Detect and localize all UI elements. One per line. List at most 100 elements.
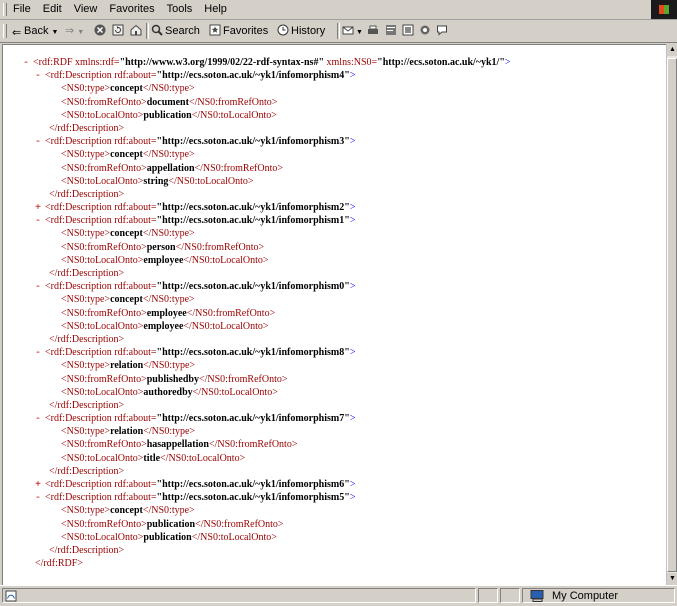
favorites-label: Favorites xyxy=(223,25,269,37)
scroll-down-icon[interactable]: ▼ xyxy=(667,573,677,585)
open-tag: <NS0:fromRefOnto> xyxy=(61,373,147,385)
favorites-icon xyxy=(209,24,221,36)
open-tag: <NS0:toLocalOnto> xyxy=(61,175,144,187)
close-tag: </NS0:type> xyxy=(143,360,196,372)
history-button[interactable]: History xyxy=(277,23,325,39)
collapse-toggle[interactable]: - xyxy=(35,347,45,360)
close-tag: </NS0:toLocalOnto> xyxy=(160,452,246,464)
tag-bracket: > xyxy=(349,281,356,293)
from-ref-onto-element-value: publishedby xyxy=(146,373,199,385)
close-tag: </NS0:fromRefOnto> xyxy=(195,518,284,530)
to-local-onto-element: <NS0:toLocalOnto>authoredby</NS0:toLocal… xyxy=(3,386,666,399)
description-tag: <rdf:Description rdf:about= xyxy=(45,281,157,293)
scroll-up-icon[interactable]: ▲ xyxy=(667,44,677,56)
rdf-description-open: - <rdf:Description rdf:about="http://ecs.… xyxy=(3,69,666,82)
refresh-button[interactable] xyxy=(112,23,126,39)
type-element: <NS0:type>concept</NS0:type> xyxy=(3,504,666,517)
rdf-description-open: - <rdf:Description rdf:about="http://ecs.… xyxy=(3,412,666,425)
open-tag: <NS0:type> xyxy=(61,83,111,95)
rdf-root-tag: <rdf:RDF xmlns:rdf= xyxy=(33,57,120,68)
scrollbar-thumb[interactable] xyxy=(667,58,677,572)
menu-edit[interactable]: Edit xyxy=(43,3,62,15)
menu-help[interactable]: Help xyxy=(204,3,227,15)
to-local-onto-element: <NS0:toLocalOnto>employee</NS0:toLocalOn… xyxy=(3,320,666,333)
back-button[interactable]: ⇐ Back ▼ xyxy=(12,23,58,39)
type-element: <NS0:type>concept</NS0:type> xyxy=(3,148,666,161)
menu-tools[interactable]: Tools xyxy=(167,3,193,15)
rdf-description-close: </rdf:Description> xyxy=(3,465,666,478)
close-tag: </NS0:toLocalOnto> xyxy=(168,175,254,187)
type-element-value: concept xyxy=(110,228,143,240)
collapse-toggle[interactable]: - xyxy=(35,413,45,426)
rdf-root-open: - <rdf:RDF xmlns:rdf="http://www.w3.org/1… xyxy=(3,56,666,69)
from-ref-onto-element-value: hasappellation xyxy=(146,439,209,451)
description-close-tag: </rdf:Description> xyxy=(49,268,125,279)
description-about-value: "http://ecs.soton.ac.uk/~yk1/infomorphis… xyxy=(156,492,350,504)
from-ref-onto-element-value: person xyxy=(146,241,176,253)
tag-bracket: > xyxy=(504,57,511,68)
rdf-description-open: + <rdf:Description rdf:about="http://ecs.… xyxy=(3,478,666,491)
rdf-description-close: </rdf:Description> xyxy=(3,399,666,412)
search-button[interactable]: Search xyxy=(151,23,200,39)
description-about-value: "http://ecs.soton.ac.uk/~yk1/infomorphis… xyxy=(156,347,350,359)
open-tag: <NS0:fromRefOnto> xyxy=(61,162,147,174)
mail-dropdown-icon[interactable]: ▼ xyxy=(356,29,363,36)
forward-dropdown-icon[interactable]: ▼ xyxy=(77,29,84,36)
collapse-toggle[interactable]: - xyxy=(35,70,45,83)
tag-bracket: > xyxy=(349,413,356,425)
computer-icon xyxy=(530,590,544,602)
edit-button[interactable] xyxy=(385,23,399,39)
zone-label: My Computer xyxy=(552,590,619,602)
print-button[interactable] xyxy=(367,23,381,39)
menu-view[interactable]: View xyxy=(74,3,98,15)
rdf-description-open: - <rdf:Description rdf:about="http://ecs.… xyxy=(3,280,666,293)
to-local-onto-element-value: authoredby xyxy=(143,386,193,398)
description-about-value: "http://ecs.soton.ac.uk/~yk1/infomorphis… xyxy=(156,136,350,148)
close-tag: </NS0:toLocalOnto> xyxy=(191,531,277,543)
stop-button[interactable] xyxy=(94,23,108,39)
page-icon xyxy=(5,590,17,602)
collapse-toggle[interactable]: - xyxy=(23,57,33,70)
mail-icon xyxy=(342,26,354,35)
description-about-value: "http://ecs.soton.ac.uk/~yk1/infomorphis… xyxy=(156,70,350,82)
tag-bracket: > xyxy=(349,70,356,82)
vertical-scrollbar[interactable]: ▲ ▼ xyxy=(666,44,677,585)
home-icon xyxy=(130,24,142,36)
browser-throbber xyxy=(651,0,677,19)
rdf-description-open: - <rdf:Description rdf:about="http://ecs.… xyxy=(3,135,666,148)
research-button[interactable] xyxy=(419,23,433,39)
collapse-toggle[interactable]: - xyxy=(35,215,45,228)
menu-favorites[interactable]: Favorites xyxy=(109,3,154,15)
tag-bracket: > xyxy=(349,136,356,148)
to-local-onto-element: <NS0:toLocalOnto>title</NS0:toLocalOnto> xyxy=(3,452,666,465)
open-tag: <NS0:toLocalOnto> xyxy=(61,386,144,398)
from-ref-onto-element: <NS0:fromRefOnto>person</NS0:fromRefOnto… xyxy=(3,241,666,254)
close-tag: </NS0:toLocalOnto> xyxy=(191,109,277,121)
open-tag: <NS0:fromRefOnto> xyxy=(61,241,147,253)
rdf-description-open: - <rdf:Description rdf:about="http://ecs.… xyxy=(3,346,666,359)
to-local-onto-element-value: publication xyxy=(143,531,192,543)
close-tag: </NS0:type> xyxy=(142,294,195,306)
description-tag: <rdf:Description rdf:about= xyxy=(45,215,157,227)
rdf-description-close: </rdf:Description> xyxy=(3,188,666,201)
type-element: <NS0:type>relation</NS0:type> xyxy=(3,359,666,372)
from-ref-onto-element-value: employee xyxy=(146,307,187,319)
open-tag: <NS0:type> xyxy=(61,505,111,517)
type-element-value: relation xyxy=(110,426,144,438)
collapse-toggle[interactable]: - xyxy=(35,281,45,294)
menu-file[interactable]: File xyxy=(13,3,31,15)
messenger-button[interactable] xyxy=(436,23,450,39)
rdf-description-close: </rdf:Description> xyxy=(3,267,666,280)
forward-button[interactable]: ⇒ ▼ xyxy=(65,23,84,39)
back-dropdown-icon[interactable]: ▼ xyxy=(52,29,59,36)
tag-bracket: > xyxy=(349,347,356,359)
home-button[interactable] xyxy=(130,23,144,39)
favorites-button[interactable]: Favorites xyxy=(209,23,268,39)
discuss-button[interactable] xyxy=(402,23,416,39)
rdf-description-open: + <rdf:Description rdf:about="http://ecs.… xyxy=(3,201,666,214)
collapse-toggle[interactable]: - xyxy=(35,492,45,505)
collapse-toggle[interactable]: - xyxy=(35,136,45,149)
mail-button[interactable]: ▼ xyxy=(342,23,363,39)
description-tag: <rdf:Description rdf:about= xyxy=(45,202,157,214)
open-tag: <NS0:fromRefOnto> xyxy=(61,439,147,451)
